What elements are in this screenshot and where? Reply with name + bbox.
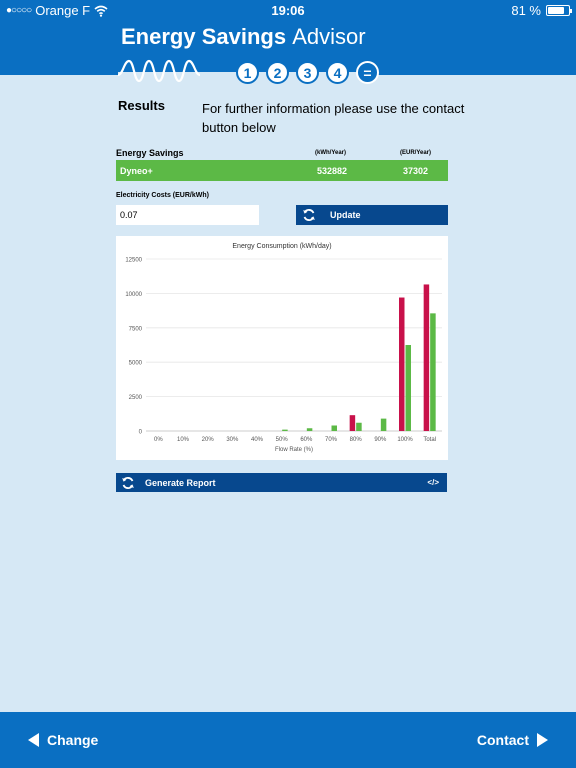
step-results[interactable]: = bbox=[356, 61, 379, 84]
header-underline-left bbox=[0, 72, 118, 75]
savings-title: Energy Savings bbox=[116, 148, 184, 158]
code-icon[interactable]: </> bbox=[427, 478, 439, 487]
refresh-icon bbox=[303, 209, 315, 221]
electricity-cost-input[interactable] bbox=[116, 205, 259, 225]
change-button[interactable]: Change bbox=[28, 732, 98, 748]
x-tick-label: 100% bbox=[397, 437, 413, 443]
x-tick-label: 70% bbox=[325, 437, 338, 443]
back-arrow-icon bbox=[28, 733, 39, 747]
electricity-cost-label: Electricity Costs (EUR/kWh) bbox=[116, 192, 209, 199]
savings-table-header: Energy Savings (kWh/Year) (EUR/Year) bbox=[116, 148, 448, 160]
footer-bar: Change Contact bbox=[0, 712, 576, 768]
app-title-light: Advisor bbox=[292, 24, 366, 49]
x-tick-label: 30% bbox=[226, 437, 239, 443]
step-1[interactable]: 1 bbox=[236, 61, 259, 84]
x-tick-label: 0% bbox=[154, 437, 163, 443]
x-axis-label: Flow Rate (%) bbox=[275, 447, 313, 453]
x-tick-label: 80% bbox=[350, 437, 363, 443]
chart-bar bbox=[331, 425, 337, 431]
update-button-label: Update bbox=[330, 210, 361, 220]
chart-bar bbox=[405, 345, 411, 431]
chart-bar bbox=[349, 415, 356, 431]
app-title: Energy Savings Advisor bbox=[121, 24, 366, 50]
x-tick-label: 90% bbox=[374, 437, 387, 443]
chart-title: Energy Consumption (kWh/day) bbox=[232, 243, 331, 250]
x-tick-label: 20% bbox=[202, 437, 215, 443]
chart-bar bbox=[282, 429, 288, 431]
change-button-label: Change bbox=[47, 732, 99, 748]
battery-percent: 81 % bbox=[511, 3, 541, 18]
wave-logo-icon bbox=[118, 59, 200, 83]
x-tick-label: 10% bbox=[177, 437, 190, 443]
forward-arrow-icon bbox=[537, 733, 548, 747]
chart-bar bbox=[430, 313, 436, 431]
y-tick-label: 0 bbox=[139, 430, 143, 436]
generate-report-button[interactable]: Generate Report </> bbox=[116, 473, 447, 492]
x-tick-label: 60% bbox=[300, 437, 313, 443]
x-tick-label: 50% bbox=[276, 437, 289, 443]
results-heading: Results bbox=[118, 98, 165, 113]
battery-icon bbox=[546, 5, 572, 16]
energy-chart-svg: Energy Consumption (kWh/day) 0 2500 5000 750… bbox=[125, 243, 442, 453]
contact-button[interactable]: Contact bbox=[477, 732, 548, 748]
app-title-bold: Energy Savings bbox=[121, 24, 287, 49]
step-2[interactable]: 2 bbox=[266, 61, 289, 84]
product-name: Dyneo+ bbox=[120, 166, 153, 176]
y-tick-label: 12500 bbox=[125, 258, 142, 264]
kwh-column-header: (kWh/Year) bbox=[315, 150, 347, 156]
energy-chart: Energy Consumption (kWh/day) 0 2500 5000 750… bbox=[116, 236, 448, 460]
header-underline-right bbox=[372, 72, 576, 75]
x-tick-label: 40% bbox=[251, 437, 264, 443]
status-time: 19:06 bbox=[271, 3, 305, 18]
chart-bar bbox=[423, 284, 430, 431]
generate-report-label: Generate Report bbox=[145, 477, 216, 488]
step-3[interactable]: 3 bbox=[296, 61, 319, 84]
x-tick-label: Total bbox=[423, 437, 436, 443]
y-tick-label: 10000 bbox=[125, 292, 142, 298]
refresh-icon bbox=[122, 476, 134, 489]
y-tick-label: 2500 bbox=[129, 395, 143, 401]
savings-row: Dyneo+ 532882 37302 bbox=[116, 160, 448, 181]
battery-fill bbox=[548, 7, 565, 14]
y-tick-label: 7500 bbox=[129, 326, 143, 332]
step-indicator: 1 2 3 4 = bbox=[236, 61, 379, 84]
contact-button-label: Contact bbox=[476, 732, 529, 748]
chart-bar bbox=[306, 428, 313, 431]
status-bar: ●○○○○ Orange F 19:06 81 % bbox=[0, 0, 576, 22]
eur-column-header: (EUR/Year) bbox=[400, 150, 432, 156]
step-4[interactable]: 4 bbox=[326, 61, 349, 84]
eur-value: 37302 bbox=[403, 166, 429, 176]
results-info-text: For further information please use the c… bbox=[202, 101, 465, 135]
update-button[interactable]: Update bbox=[296, 205, 448, 225]
chart-bar bbox=[356, 422, 362, 431]
kwh-value: 532882 bbox=[317, 166, 348, 176]
chart-bar bbox=[380, 418, 387, 431]
chart-bar bbox=[399, 297, 405, 431]
y-tick-label: 5000 bbox=[129, 361, 143, 367]
